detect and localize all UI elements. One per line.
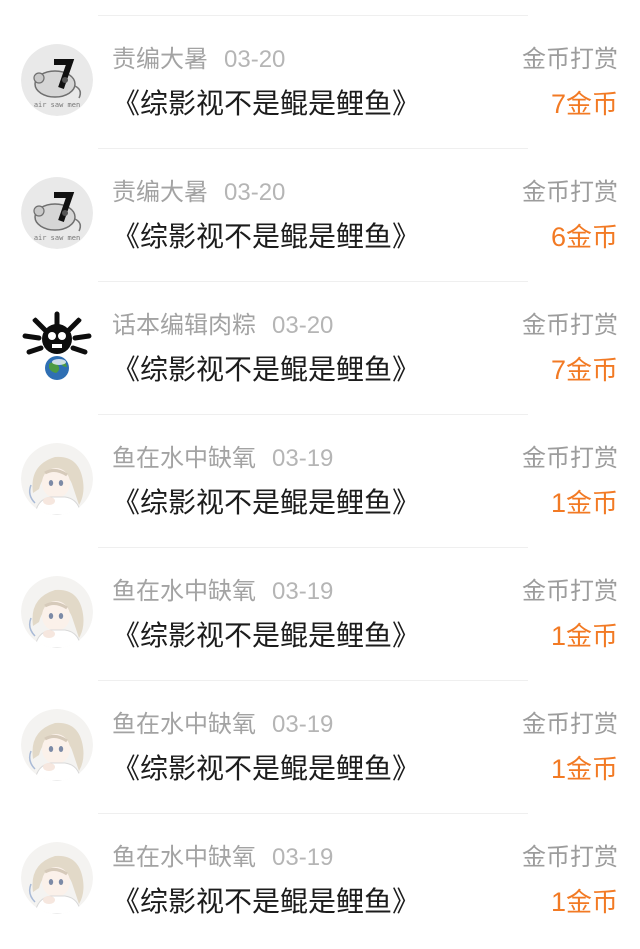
amount-value: 7 [550, 89, 566, 119]
anime-girl-avatar-icon [21, 842, 93, 914]
reward-type: 金币打赏 [522, 444, 618, 472]
reward-type: 金币打赏 [522, 178, 618, 206]
username[interactable]: 话本编辑肉粽 [112, 311, 256, 339]
amount-unit: 金币 [565, 755, 618, 785]
reward-type: 金币打赏 [522, 710, 618, 738]
list-item[interactable]: 鱼在水中缺氧 03-19 《综影视不是鲲是鲤鱼》 金币打赏 1金币 [0, 548, 640, 681]
date: 03-20 [224, 46, 286, 73]
list-item[interactable]: 鱼在水中缺氧 03-19 《综影视不是鲲是鲤鱼》 金币打赏 1金币 [0, 681, 640, 814]
username[interactable]: 鱼在水中缺氧 [112, 710, 256, 738]
book-title[interactable]: 《综影视不是鲲是鲤鱼》 [112, 749, 420, 789]
reward-type: 金币打赏 [522, 311, 618, 339]
list-item[interactable]: 话本编辑肉粽 03-20 《综影视不是鲲是鲤鱼》 金币打赏 7金币 [0, 282, 640, 415]
amount-unit: 金币 [565, 356, 618, 386]
date: 03-19 [272, 711, 334, 738]
reward-amount: 6金币 [551, 218, 618, 256]
avatar[interactable]: air saw men [21, 44, 93, 116]
reward-meta: 鱼在水中缺氧 03-19 [112, 840, 333, 874]
username[interactable]: 鱼在水中缺氧 [112, 843, 256, 871]
anime-girl-avatar-icon [21, 443, 93, 515]
amount-value: 1 [550, 488, 566, 518]
avatar[interactable] [21, 709, 93, 781]
amount-unit: 金币 [565, 622, 618, 652]
reward-meta: 鱼在水中缺氧 03-19 [112, 707, 333, 741]
svg-text:air saw men: air saw men [34, 234, 80, 242]
book-title[interactable]: 《综影视不是鲲是鲤鱼》 [112, 616, 420, 656]
amount-value: 1 [550, 754, 566, 784]
list-item[interactable]: air saw men 责编大暑 03-20 《综影视不是鲲是鲤鱼》 金币打赏 7… [0, 16, 640, 149]
amount-unit: 金币 [565, 888, 618, 918]
rat-robot-avatar-icon: air saw men [21, 177, 93, 249]
skull-earth-avatar-icon [21, 310, 93, 382]
list-item[interactable]: 鱼在水中缺氧 03-19 《综影视不是鲲是鲤鱼》 金币打赏 1金币 [0, 814, 640, 947]
book-title[interactable]: 《综影视不是鲲是鲤鱼》 [112, 483, 420, 523]
rat-robot-avatar-icon: air saw men [21, 44, 93, 116]
anime-girl-avatar-icon [21, 709, 93, 781]
avatar[interactable] [21, 842, 93, 914]
list-item[interactable]: 鱼在水中缺氧 03-19 《综影视不是鲲是鲤鱼》 金币打赏 1金币 [0, 415, 640, 548]
book-title[interactable]: 《综影视不是鲲是鲤鱼》 [112, 84, 420, 124]
avatar[interactable] [21, 310, 93, 382]
avatar[interactable]: air saw men [21, 177, 93, 249]
reward-type: 金币打赏 [522, 577, 618, 605]
reward-amount: 7金币 [551, 85, 618, 123]
book-title[interactable]: 《综影视不是鲲是鲤鱼》 [112, 217, 420, 257]
amount-value: 6 [550, 222, 566, 252]
svg-text:air saw men: air saw men [34, 101, 80, 109]
reward-meta: 责编大暑 03-20 [112, 42, 285, 76]
date: 03-19 [272, 844, 334, 871]
amount-value: 7 [550, 355, 566, 385]
book-title[interactable]: 《综影视不是鲲是鲤鱼》 [112, 882, 420, 922]
username[interactable]: 鱼在水中缺氧 [112, 577, 256, 605]
amount-unit: 金币 [565, 90, 618, 120]
reward-amount: 7金币 [551, 351, 618, 389]
avatar[interactable] [21, 443, 93, 515]
amount-unit: 金币 [565, 489, 618, 519]
avatar[interactable] [21, 576, 93, 648]
reward-amount: 1金币 [551, 883, 618, 921]
date: 03-19 [272, 578, 334, 605]
reward-amount: 1金币 [551, 617, 618, 655]
username[interactable]: 责编大暑 [112, 178, 208, 206]
username[interactable]: 鱼在水中缺氧 [112, 444, 256, 472]
amount-unit: 金币 [565, 223, 618, 253]
reward-amount: 1金币 [551, 484, 618, 522]
book-title[interactable]: 《综影视不是鲲是鲤鱼》 [112, 350, 420, 390]
list-item[interactable]: air saw men 责编大暑 03-20 《综影视不是鲲是鲤鱼》 金币打赏 6… [0, 149, 640, 282]
date: 03-20 [272, 312, 334, 339]
reward-amount: 1金币 [551, 750, 618, 788]
amount-value: 1 [550, 621, 566, 651]
username[interactable]: 责编大暑 [112, 45, 208, 73]
reward-meta: 鱼在水中缺氧 03-19 [112, 574, 333, 608]
amount-value: 1 [550, 887, 566, 917]
reward-meta: 话本编辑肉粽 03-20 [112, 308, 333, 342]
reward-type: 金币打赏 [522, 45, 618, 73]
reward-meta: 鱼在水中缺氧 03-19 [112, 441, 333, 475]
date: 03-19 [272, 445, 334, 472]
anime-girl-avatar-icon [21, 576, 93, 648]
reward-meta: 责编大暑 03-20 [112, 175, 285, 209]
date: 03-20 [224, 179, 286, 206]
reward-type: 金币打赏 [522, 843, 618, 871]
